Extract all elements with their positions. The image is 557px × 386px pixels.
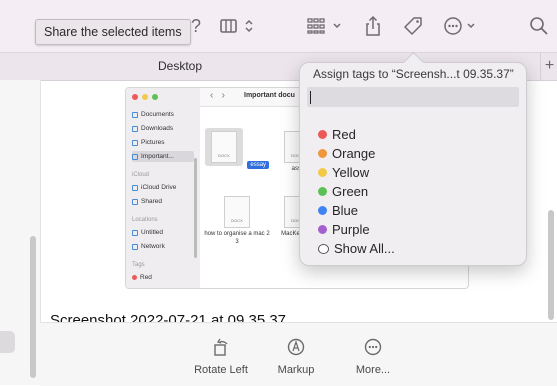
window-controls bbox=[132, 94, 158, 100]
share-tooltip: Share the selected items bbox=[35, 19, 191, 45]
preview-nav-arrows: ‹ › bbox=[210, 90, 225, 101]
orange-swatch bbox=[318, 149, 327, 158]
preview-sidebar-item: Red bbox=[132, 272, 194, 283]
right-scrollbar[interactable] bbox=[548, 210, 554, 320]
purple-swatch bbox=[318, 225, 327, 234]
yellow-swatch bbox=[318, 168, 327, 177]
group-by-icon[interactable] bbox=[306, 13, 346, 39]
preview-sidebar: Documents Downloads Pictures Important..… bbox=[126, 88, 200, 288]
share-icon[interactable] bbox=[362, 13, 384, 39]
blue-swatch bbox=[318, 206, 327, 215]
rotate-left-button[interactable]: Rotate Left bbox=[181, 337, 261, 376]
preview-sidebar-item: Network bbox=[132, 241, 194, 252]
assign-tags-popover: Assign tags to “Screensh...t 09.35.37” R… bbox=[299, 62, 527, 266]
preview-sidebar-item: Untitled bbox=[132, 227, 194, 238]
column-view-icon[interactable] bbox=[218, 13, 258, 39]
preview-sidebar-item: Documents bbox=[132, 109, 194, 120]
rotate-left-icon bbox=[181, 337, 261, 357]
markup-icon bbox=[256, 337, 336, 357]
help-icon[interactable]: ? bbox=[188, 13, 204, 39]
tag-option-yellow[interactable]: Yellow bbox=[318, 163, 395, 182]
tab-desktop[interactable]: Desktop bbox=[100, 53, 260, 80]
left-selection-pill bbox=[0, 331, 15, 353]
more-icon[interactable] bbox=[442, 13, 482, 39]
preview-sidebar-item: iCloud Drive bbox=[132, 182, 194, 193]
tag-option-green[interactable]: Green bbox=[318, 182, 395, 201]
preview-path: Important docu bbox=[244, 92, 295, 99]
more-circle-icon bbox=[333, 337, 413, 357]
tag-option-purple[interactable]: Purple bbox=[318, 220, 395, 239]
green-swatch bbox=[318, 187, 327, 196]
tag-input[interactable] bbox=[307, 87, 519, 107]
preview-section-label: iCloud bbox=[132, 172, 150, 178]
red-swatch bbox=[318, 130, 327, 139]
tag-list: Red Orange Yellow Green Blue Purple Show… bbox=[318, 125, 395, 258]
all-tags-icon bbox=[318, 243, 329, 254]
preview-sidebar-item: Pictures bbox=[132, 137, 194, 148]
text-caret bbox=[310, 91, 311, 104]
quick-actions-bar: Rotate Left Markup More... bbox=[40, 322, 557, 386]
show-all-tags[interactable]: Show All... bbox=[318, 239, 395, 258]
markup-button[interactable]: Markup bbox=[256, 337, 336, 376]
preview-scrollbar bbox=[194, 158, 197, 258]
search-icon[interactable] bbox=[528, 13, 550, 39]
new-tab-button[interactable]: + bbox=[540, 53, 557, 80]
more-actions-button[interactable]: More... bbox=[333, 337, 413, 376]
preview-sidebar-item: Shared bbox=[132, 196, 194, 207]
left-scrollbar[interactable] bbox=[30, 236, 36, 378]
preview-sidebar-item: Downloads bbox=[132, 123, 194, 134]
tag-option-orange[interactable]: Orange bbox=[318, 144, 395, 163]
tag-option-red[interactable]: Red bbox=[318, 125, 395, 144]
tag-icon[interactable] bbox=[401, 13, 425, 39]
popover-title: Assign tags to “Screensh...t 09.35.37” bbox=[313, 67, 514, 81]
tag-option-blue[interactable]: Blue bbox=[318, 201, 395, 220]
preview-section-label: Locations bbox=[132, 217, 158, 223]
toolbar: Share the selected items ? bbox=[0, 0, 557, 52]
preview-section-label: Tags bbox=[132, 262, 145, 268]
preview-sidebar-item: Important... bbox=[132, 151, 194, 162]
